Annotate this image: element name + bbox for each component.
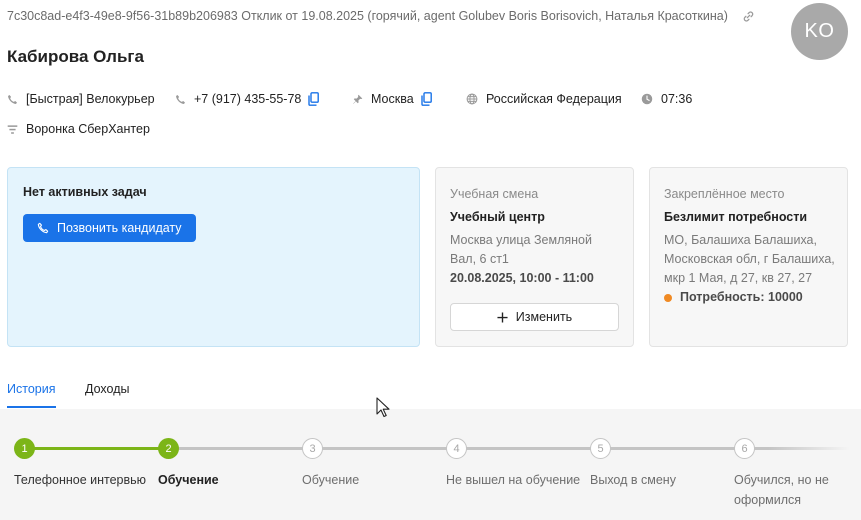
funnel-row: Воронка СберХантер (7, 122, 150, 136)
tasks-title: Нет активных задач (23, 185, 147, 199)
shift-caption: Учебная смена (450, 187, 539, 201)
shift-address: Москва улица Земляной Вал, 6 ст1 (450, 233, 592, 266)
country-item: Российская Федерация (466, 92, 641, 106)
step-2-label: Обучение (158, 473, 219, 487)
vacancy-item: [Быстрая] Велокурьер (7, 92, 175, 106)
pin-icon (352, 94, 363, 105)
progress-track-done (25, 447, 169, 450)
step-5-label: Выход в смену (590, 473, 676, 487)
step-1-marker: 1 (14, 438, 35, 459)
step-5-marker: 5 (590, 438, 611, 459)
phone-icon (37, 222, 49, 234)
candidate-name: Кабирова Ольга (7, 47, 144, 66)
history-panel: 1 2 3 4 5 6 Телефонное интервью Обучение… (0, 409, 861, 520)
step-6-label: Обучился, но не оформился (734, 473, 829, 507)
place-address: МО, Балашиха Балашиха, Московская обл, г… (664, 233, 835, 285)
city-item: Москва (352, 92, 466, 106)
filter-icon (7, 124, 18, 135)
tab-income[interactable]: Доходы (85, 382, 129, 396)
need-row: Потребность: 10000 (664, 288, 835, 307)
call-candidate-label: Позвонить кандидату (57, 221, 182, 235)
tasks-card: Нет активных задач Позвонить кандидату (7, 167, 420, 347)
copy-phone-icon[interactable] (308, 92, 320, 106)
mouse-cursor-icon (376, 397, 390, 423)
response-id-line: 7c30c8ad-e4f3-49e8-9f56-31b89b206983 Отк… (7, 9, 755, 23)
link-icon[interactable] (742, 10, 755, 23)
shift-title: Учебный центр (450, 210, 545, 224)
change-shift-label: Изменить (515, 310, 573, 324)
tabs-bar: История Доходы (0, 371, 861, 409)
step-2-marker: 2 (158, 438, 179, 459)
place-caption: Закреплённое место (664, 187, 785, 201)
globe-icon (466, 93, 478, 105)
call-candidate-button[interactable]: Позвонить кандидату (23, 214, 196, 242)
shift-datetime: 20.08.2025, 10:00 - 11:00 (450, 271, 594, 285)
training-shift-card: Учебная смена Учебный центр Москва улица… (435, 167, 634, 347)
phone-icon (175, 94, 186, 105)
plus-icon (497, 311, 508, 323)
step-6-marker: 6 (734, 438, 755, 459)
change-shift-button[interactable]: Изменить (450, 303, 619, 331)
clock-icon (641, 93, 653, 105)
step-1-label: Телефонное интервью (14, 473, 147, 487)
step-3-label: Обучение (302, 473, 360, 487)
step-4-marker: 4 (446, 438, 467, 459)
vacancy-label: [Быстрая] Велокурьер (26, 92, 155, 106)
phone-item: +7 (917) 435-55-78 (175, 92, 352, 106)
local-time: 07:36 (661, 92, 693, 106)
tab-history[interactable]: История (7, 382, 55, 396)
phone-number: +7 (917) 435-55-78 (194, 92, 302, 106)
status-dot (664, 293, 672, 302)
local-time-item: 07:36 (641, 92, 692, 106)
step-4-label: Не вышел на обучение (446, 473, 581, 487)
avatar[interactable]: KO (791, 3, 848, 60)
funnel-label: Воронка СберХантер (26, 122, 150, 136)
active-tab-indicator (7, 406, 56, 408)
city-label: Москва (371, 92, 414, 106)
candidate-meta-row: [Быстрая] Велокурьер +7 (917) 435-55-78 … (7, 92, 692, 106)
assigned-place-card: Закреплённое место Безлимит потребности … (649, 167, 848, 347)
phone-handset-icon (7, 94, 18, 105)
country-label: Российская Федерация (486, 92, 622, 106)
need-label: Потребность: 10000 (680, 290, 803, 304)
step-3-marker: 3 (302, 438, 323, 459)
place-title: Безлимит потребности (664, 210, 808, 224)
funnel-item: Воронка СберХантер (7, 122, 150, 136)
response-id-text: 7c30c8ad-e4f3-49e8-9f56-31b89b206983 Отк… (7, 9, 728, 23)
copy-city-icon[interactable] (420, 92, 432, 106)
